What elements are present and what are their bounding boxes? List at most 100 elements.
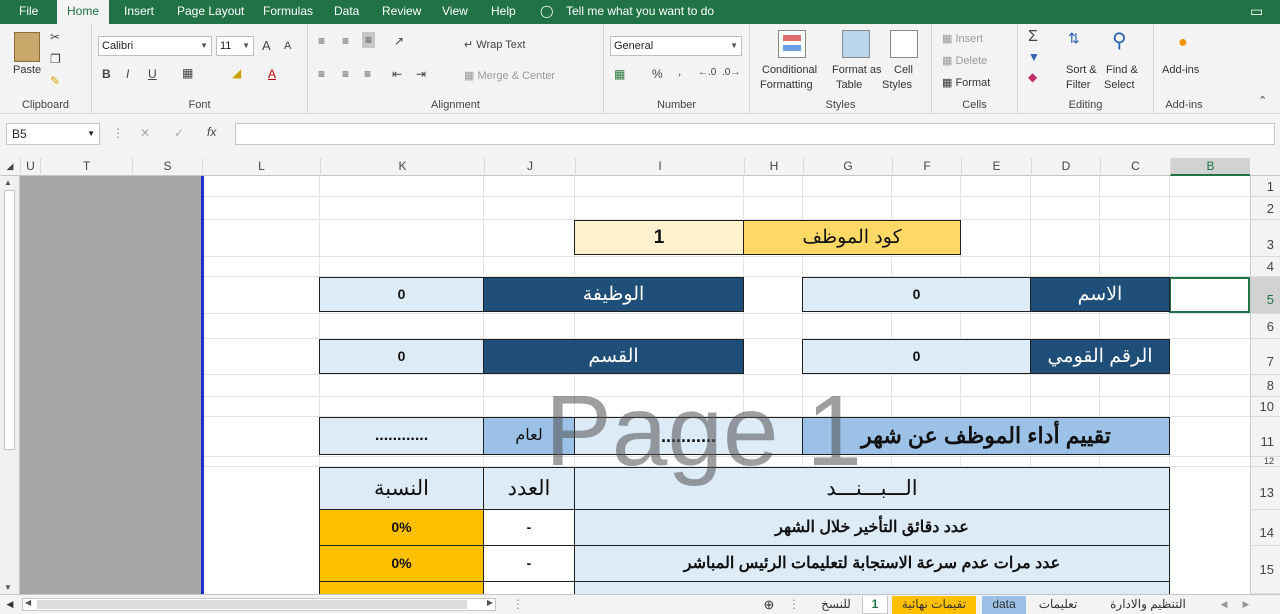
row-header-2[interactable]: 2 [1250,197,1280,220]
insert-cells-button[interactable]: ▦ Insert [942,32,983,45]
table-row-item[interactable]: عدد دقائق التأخير خلال الشهر [574,509,1170,546]
find-select-line2[interactable]: Select [1104,79,1135,91]
conditional-formatting-icon[interactable] [778,30,806,58]
scroll-up-icon[interactable]: ▲ [4,178,12,187]
row-header-12[interactable]: 12 [1250,457,1280,467]
column-header-j[interactable]: J [484,158,575,176]
find-select-line1[interactable]: Find & [1106,64,1138,76]
conditional-formatting-line1[interactable]: Conditional [762,64,817,76]
column-header-l[interactable]: L [202,158,320,176]
employee-code-value[interactable]: 1 [574,220,744,255]
column-header-g[interactable]: G [803,158,892,176]
font-name-select[interactable]: Calibri ▼ [98,36,212,56]
hscroll-left-icon[interactable]: ◀ [25,598,31,607]
font-color-button[interactable]: A [268,67,276,81]
align-center-icon[interactable]: ≡ [342,67,349,81]
comment-icon[interactable]: ▭ [1250,0,1263,24]
enter-icon[interactable]: ✓ [174,126,184,140]
job-value[interactable]: 0 [319,277,484,312]
row-header-3[interactable]: 3 [1250,220,1280,257]
table-row-item[interactable]: عدد مرات عدم سرعة الاستجابة لتعليمات الر… [574,545,1170,582]
sort-filter-icon[interactable]: ⇅ [1068,30,1080,47]
column-header-h[interactable]: H [744,158,803,176]
next-sheet-icon[interactable]: ▶ [1240,596,1252,614]
row-header-6[interactable]: 6 [1250,314,1280,339]
row-header-13[interactable]: 13 [1250,467,1280,510]
addins-icon[interactable]: ● [1178,34,1188,52]
italic-button[interactable]: I [126,67,129,81]
decrease-indent-icon[interactable]: ⇤ [392,67,402,81]
cut-icon[interactable]: ✂ [50,30,60,44]
underline-button[interactable]: U [148,67,157,81]
fill-icon[interactable]: ▼ [1028,50,1040,64]
find-select-icon[interactable]: ⚲ [1112,28,1127,53]
table-row-count-partial[interactable] [483,581,575,594]
menu-home[interactable]: Home [57,0,110,24]
tell-me-box[interactable]: Tell me what you want to do [566,0,714,24]
format-as-table-line1[interactable]: Format as [832,64,882,76]
number-format-select[interactable]: General ▼ [610,36,742,56]
column-header-t[interactable]: T [40,158,132,176]
menu-insert[interactable]: Insert [124,0,154,24]
column-header-f[interactable]: F [892,158,961,176]
column-header-c[interactable]: C [1100,158,1170,176]
row-header-14[interactable]: 14 [1250,510,1280,546]
menu-file[interactable]: File [19,0,38,24]
menu-data[interactable]: Data [334,0,359,24]
table-row-percent-partial[interactable] [319,581,484,594]
column-header-e[interactable]: E [961,158,1031,176]
merge-center-button[interactable]: ▦ Merge & Center [464,69,555,82]
paste-icon[interactable] [14,32,40,62]
row-header-11[interactable]: 11 [1250,417,1280,457]
department-value[interactable]: 0 [319,339,484,374]
name-value[interactable]: 0 [802,277,1031,312]
conditional-formatting-line2[interactable]: Formatting [760,79,813,91]
column-header-u[interactable]: U [20,158,40,176]
select-all-corner[interactable]: ◢ [0,158,20,176]
orientation-icon[interactable]: ↗ [394,34,404,48]
sheet-tab-organization[interactable]: التنظيم والادارة [1094,596,1202,614]
table-row-count[interactable]: - [483,545,575,582]
horizontal-scrollbar[interactable]: ◀ ▶ [22,598,496,611]
delete-cells-button[interactable]: ▦ Delete [942,54,987,67]
column-header-b[interactable]: B [1170,158,1250,176]
name-box[interactable]: B5 ▼ [6,123,100,145]
menu-view[interactable]: View [442,0,468,24]
align-middle-icon[interactable]: ≡ [342,34,349,48]
format-as-table-line2[interactable]: Table [836,79,862,91]
format-painter-icon[interactable]: ✎ [50,74,60,88]
table-row-count[interactable]: - [483,509,575,546]
shrink-font-button[interactable]: A [284,40,291,52]
row-header-4[interactable]: 4 [1250,257,1280,277]
cell-styles-icon[interactable] [890,30,918,58]
collapse-ribbon-icon[interactable]: ⌃ [1258,94,1267,107]
formula-input[interactable] [235,123,1275,145]
align-left-icon[interactable]: ≡ [318,67,325,81]
row-header-10[interactable]: 10 [1250,397,1280,417]
sheet-tab-1[interactable]: 1 [862,596,888,614]
row-header-5[interactable]: 5 [1250,277,1280,314]
prev-sheet-icon[interactable]: ◀ [1218,596,1230,614]
table-row-item-partial[interactable] [574,581,1170,594]
sheet-tab-data[interactable]: data [982,596,1026,614]
menu-help[interactable]: Help [491,0,516,24]
sheet-tab-final-evaluations[interactable]: تقيمات نهائية [892,596,976,614]
column-header-d[interactable]: D [1031,158,1100,176]
font-size-select[interactable]: 11 ▼ [216,36,254,56]
decrease-decimal-icon[interactable]: .0→ [722,67,740,78]
grow-font-button[interactable]: A [262,38,271,53]
format-as-table-icon[interactable] [842,30,870,58]
insert-function-button[interactable]: fx [207,125,216,139]
align-top-icon[interactable]: ≡ [318,34,325,48]
row-header-7[interactable]: 7 [1250,339,1280,375]
align-right-icon[interactable]: ≡ [364,67,371,81]
scroll-down-icon[interactable]: ▼ [4,583,12,592]
menu-page-layout[interactable]: Page Layout [177,0,244,24]
cancel-icon[interactable]: ✕ [140,126,150,140]
copy-icon[interactable]: ❐ [50,52,61,66]
column-header-i[interactable]: I [575,158,744,176]
table-row-percent[interactable]: 0% [319,545,484,582]
hscroll-right-icon[interactable]: ▶ [487,598,493,607]
addins-button[interactable]: Add-ins [1162,64,1199,76]
increase-decimal-icon[interactable]: ←.0 [698,67,716,78]
